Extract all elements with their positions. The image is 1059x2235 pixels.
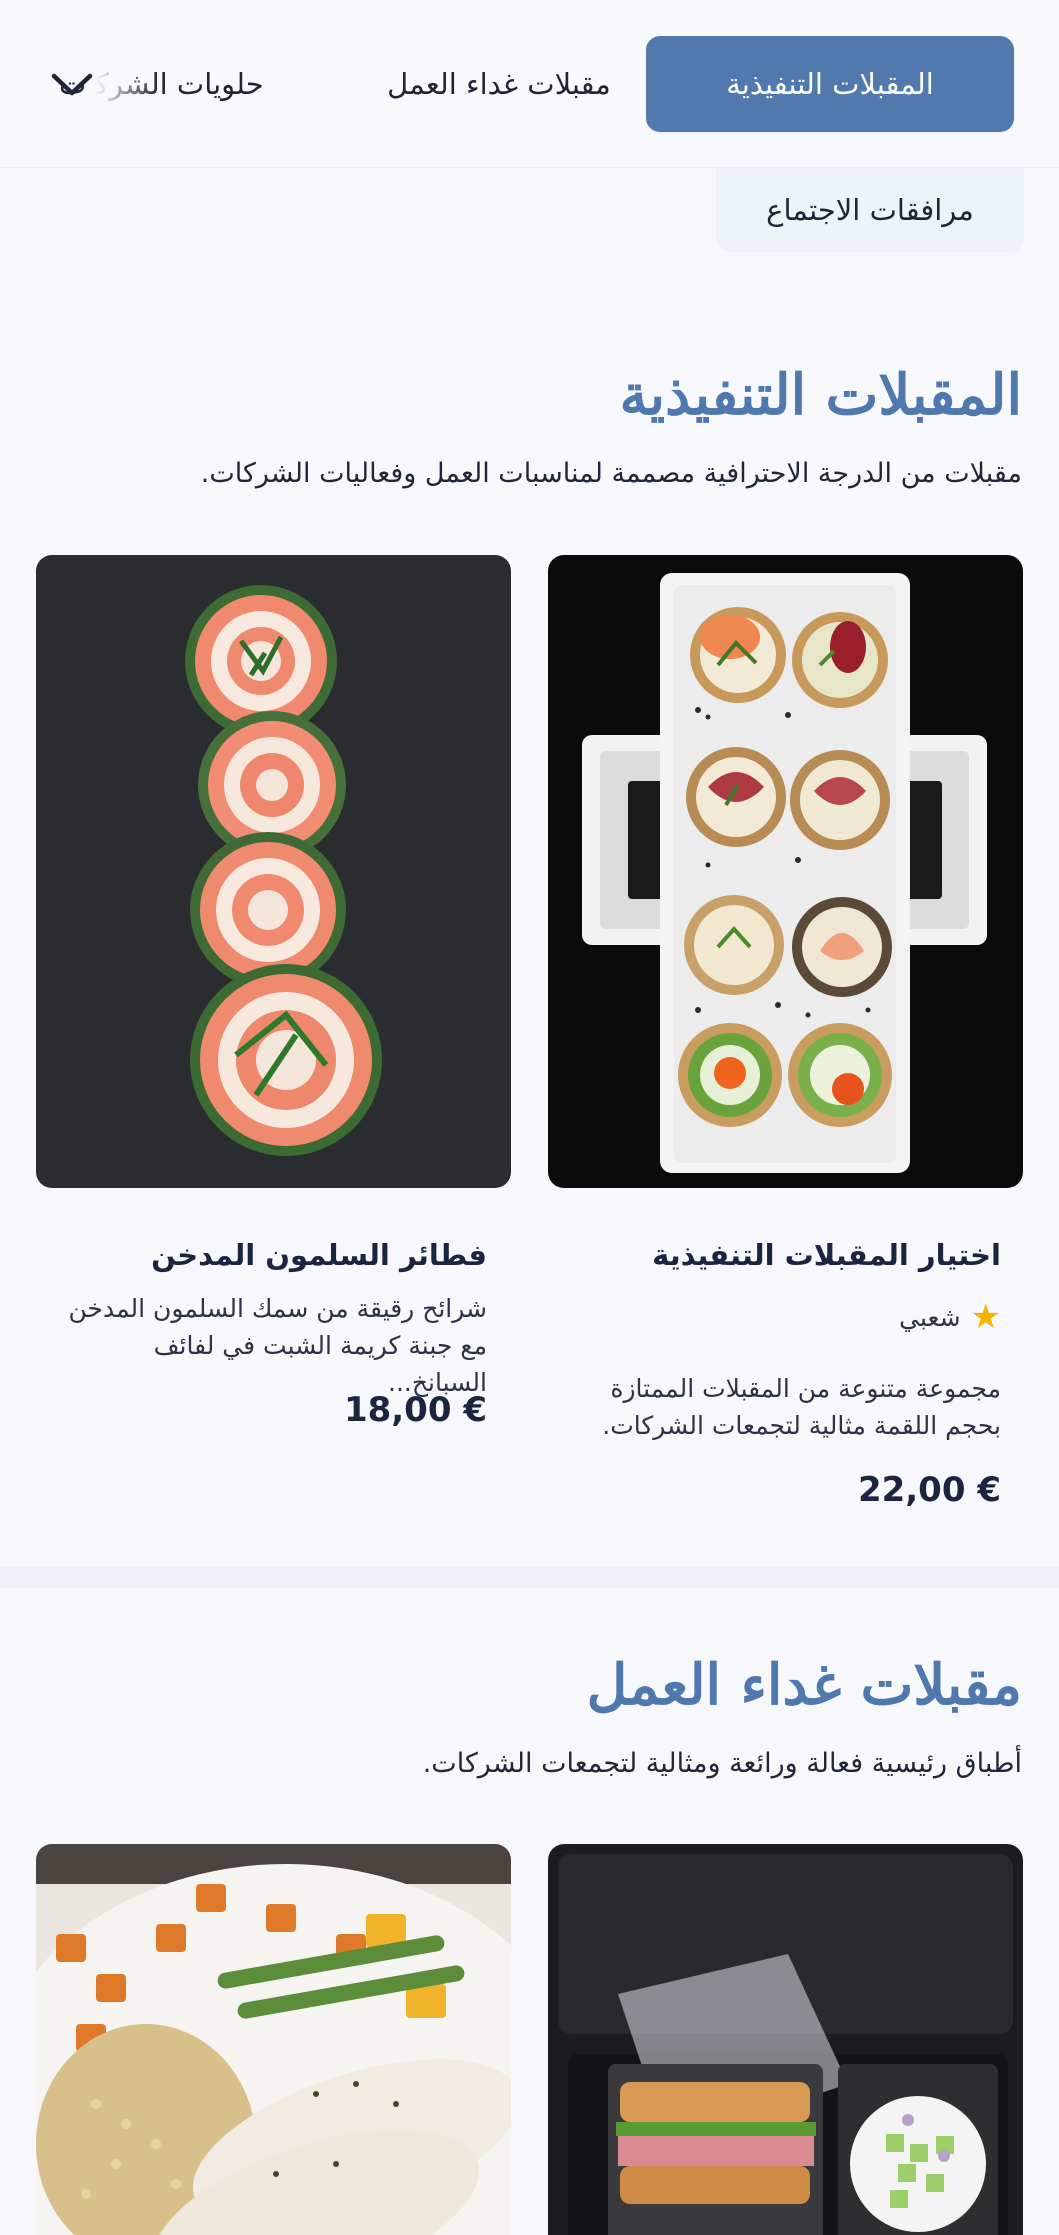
tab-business-lunch[interactable]: مقبلات غداء العمل: [334, 36, 664, 132]
category-nav: المقبلات التنفيذية مقبلات غداء العمل حلو…: [0, 0, 1059, 168]
product-price: 22,00 €: [857, 1470, 1001, 1510]
star-icon: ★: [970, 1297, 1001, 1337]
product-title[interactable]: فطائر السلمون المدخن: [151, 1238, 487, 1272]
status-badge: ★ شعبي: [899, 1300, 1001, 1334]
product-image-smoked-salmon[interactable]: [36, 555, 511, 1188]
tab-executive-appetizers[interactable]: المقبلات التنفيذية: [646, 36, 1014, 132]
tabs-fade-overlay: [88, 30, 158, 140]
product-image-executive-selection[interactable]: [548, 555, 1023, 1188]
section-divider: [0, 1566, 1059, 1588]
tab-meeting-accompaniments[interactable]: مرافقات الاجتماع: [716, 168, 1024, 252]
section-title-executive: المقبلات التنفيذية: [619, 362, 1023, 428]
section-description-executive: مقبلات من الدرجة الاحترافية مصممة لمناسب…: [200, 458, 1022, 489]
product-price: 18,00 €: [343, 1390, 487, 1430]
product-image-boxed-lunch[interactable]: [548, 1844, 1023, 2235]
chevron-down-icon[interactable]: [46, 58, 98, 110]
section-description-business-lunch: أطباق رئيسية فعالة ورائعة ومثالية لتجمعا…: [422, 1748, 1022, 1779]
product-description: شرائح رقيقة من سمك السلمون المدخن مع جبن…: [68, 1294, 487, 1397]
product-image-chicken-plate[interactable]: [36, 1844, 511, 2235]
product-description: مجموعة متنوعة من المقبلات الممتازة بحجم …: [602, 1374, 1001, 1440]
product-title[interactable]: اختيار المقبلات التنفيذية: [652, 1238, 1001, 1272]
catering-menu-page: المقبلات التنفيذية مقبلات غداء العمل حلو…: [0, 0, 1059, 2235]
badge-label: شعبي: [899, 1302, 961, 1332]
section-title-business-lunch: مقبلات غداء العمل: [586, 1652, 1022, 1718]
